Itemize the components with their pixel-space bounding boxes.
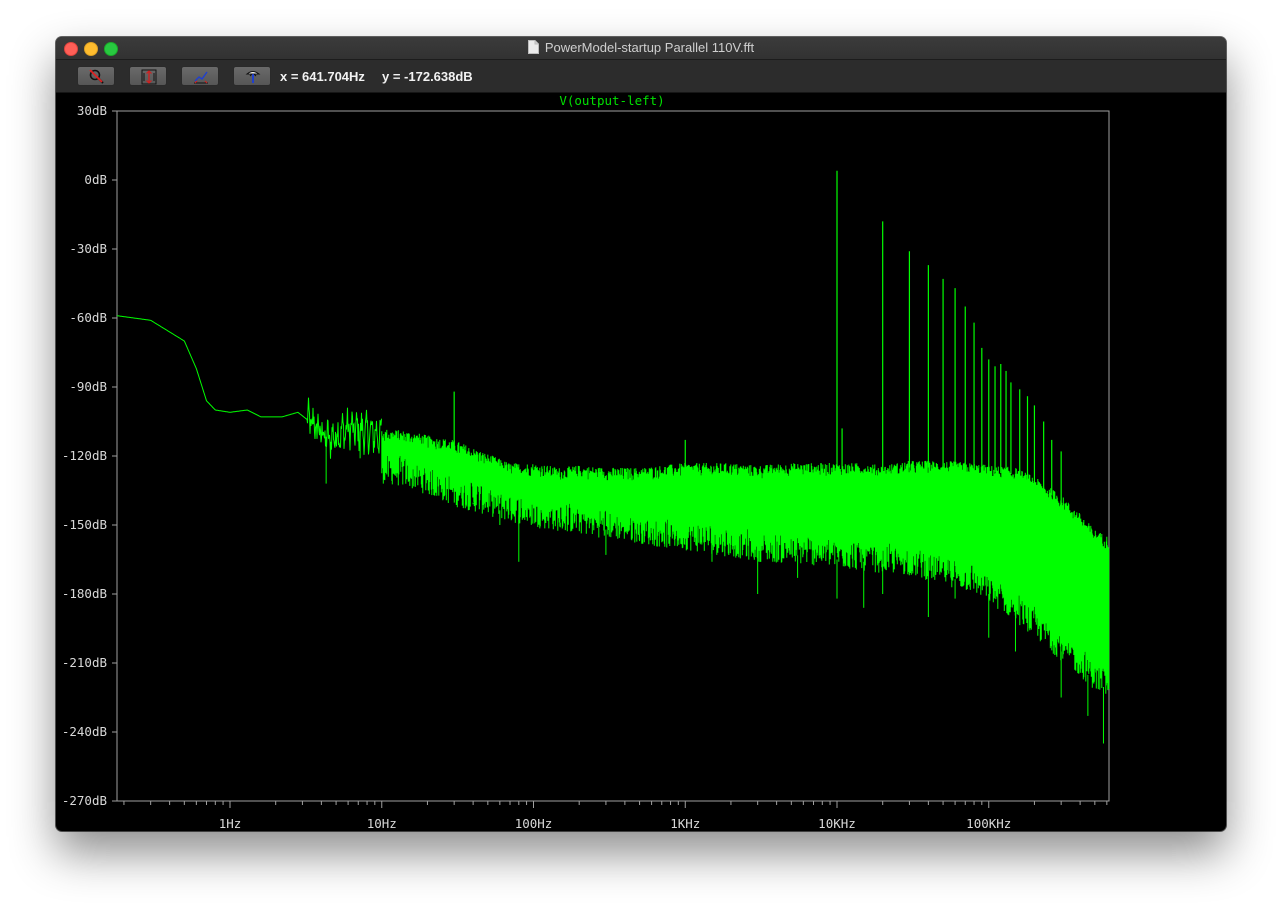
title-bar[interactable]: PowerModel-startup Parallel 110V.fft xyxy=(56,37,1226,60)
x-tick-label: 100Hz xyxy=(515,816,553,831)
y-tick-label: -150dB xyxy=(62,517,107,532)
toolbar: x = 641.704Hz y = -172.638dB xyxy=(56,60,1226,93)
y-tick-label: -180dB xyxy=(62,586,107,601)
x-axis-labels: 1Hz 10Hz 100Hz 1KHz 10KHz 100KHz xyxy=(219,816,1012,831)
autorange-x-button[interactable] xyxy=(181,66,219,86)
y-tick-label: 0dB xyxy=(84,172,107,187)
plot-frame xyxy=(116,110,1110,802)
waveform-window: PowerModel-startup Parallel 110V.fft x =… xyxy=(56,37,1226,831)
zoom-cancel-button[interactable] xyxy=(77,66,115,86)
cursor-x-readout: x = 641.704Hz xyxy=(280,69,365,84)
trace-noise-band xyxy=(381,429,1110,694)
y-tick-label: -270dB xyxy=(62,793,107,808)
autorange-x-icon xyxy=(194,71,208,84)
y-tick-label: -240dB xyxy=(62,724,107,739)
x-tick-label: 1Hz xyxy=(219,816,242,831)
y-tick-label: -30dB xyxy=(69,241,107,256)
y-tick-label: -120dB xyxy=(62,448,107,463)
autorange-y-button[interactable] xyxy=(129,66,167,86)
y-axis-labels: 30dB 0dB -30dB -60dB -90dB -120dB -150dB -180dB… xyxy=(62,103,107,808)
autorange-y-icon xyxy=(141,69,157,85)
zoom-cancel-icon xyxy=(89,69,104,84)
document-icon xyxy=(527,40,539,54)
plot-area[interactable]: V(output-left) 30dB 0dB -30dB -60dB -90dB -12… xyxy=(56,93,1226,831)
y-tick-label: 30dB xyxy=(77,103,107,118)
trace-low-frequency xyxy=(116,315,382,459)
y-tick-label: -90dB xyxy=(69,379,107,394)
y-tick-label: -210dB xyxy=(62,655,107,670)
window-title: PowerModel-startup Parallel 110V.fft xyxy=(56,40,1226,56)
cursor-y-readout: y = -172.638dB xyxy=(382,69,473,84)
x-tick-label: 1KHz xyxy=(670,816,700,831)
probe-tool-button[interactable] xyxy=(233,66,271,86)
y-tick-label: -60dB xyxy=(69,310,107,325)
fft-plot[interactable]: V(output-left) 30dB 0dB -30dB -60dB -90dB -12… xyxy=(56,93,1226,831)
x-tick-label: 100KHz xyxy=(966,816,1011,831)
window-title-text: PowerModel-startup Parallel 110V.fft xyxy=(544,40,755,55)
axis-ticks xyxy=(112,110,1108,808)
probe-icon xyxy=(245,71,261,83)
trace-layer xyxy=(116,170,1110,744)
x-tick-label: 10Hz xyxy=(367,816,397,831)
x-tick-label: 10KHz xyxy=(818,816,856,831)
trace-title[interactable]: V(output-left) xyxy=(559,93,664,108)
